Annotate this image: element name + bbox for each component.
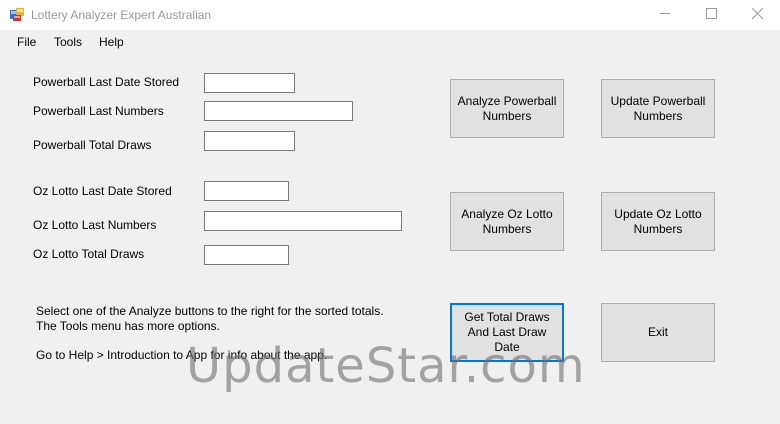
menu-tools[interactable]: Tools xyxy=(54,35,82,49)
update-ozlotto-button[interactable]: Update Oz Lotto Numbers xyxy=(601,192,715,251)
minimize-icon xyxy=(659,6,671,24)
ozlotto-last-numbers-label: Oz Lotto Last Numbers xyxy=(33,218,157,232)
menu-help[interactable]: Help xyxy=(99,35,124,49)
minimize-button[interactable] xyxy=(642,0,688,30)
menu-file[interactable]: File xyxy=(17,35,36,49)
title-bar[interactable]: Lottery Analyzer Expert Australian xyxy=(0,0,780,30)
ozlotto-total-draws-label: Oz Lotto Total Draws xyxy=(33,247,145,261)
maximize-button[interactable] xyxy=(688,0,734,30)
analyze-ozlotto-button[interactable]: Analyze Oz Lotto Numbers xyxy=(450,192,564,251)
info-text-line-2: The Tools menu has more options. xyxy=(36,319,220,333)
ozlotto-last-numbers-field[interactable] xyxy=(204,211,402,231)
window-title: Lottery Analyzer Expert Australian xyxy=(31,8,212,22)
ozlotto-total-draws-field[interactable] xyxy=(204,245,289,265)
app-icon xyxy=(10,8,24,21)
exit-button[interactable]: Exit xyxy=(601,303,715,362)
analyze-powerball-button[interactable]: Analyze Powerball Numbers xyxy=(450,79,564,138)
powerball-total-draws-label: Powerball Total Draws xyxy=(33,138,152,152)
menu-bar: File Tools Help xyxy=(0,31,780,53)
close-icon xyxy=(751,6,763,24)
info-text-line-1: Select one of the Analyze buttons to the… xyxy=(36,304,384,318)
powerball-total-draws-field[interactable] xyxy=(204,131,295,151)
close-button[interactable] xyxy=(734,0,780,30)
ozlotto-last-date-label: Oz Lotto Last Date Stored xyxy=(33,184,172,198)
ozlotto-last-date-field[interactable] xyxy=(204,181,289,201)
powerball-last-numbers-field[interactable] xyxy=(204,101,353,121)
powerball-last-numbers-label: Powerball Last Numbers xyxy=(33,104,164,118)
update-powerball-button[interactable]: Update Powerball Numbers xyxy=(601,79,715,138)
powerball-last-date-label: Powerball Last Date Stored xyxy=(33,75,180,89)
powerball-last-date-field[interactable] xyxy=(204,73,295,93)
app-window: Lottery Analyzer Expert Australian File … xyxy=(0,0,780,424)
maximize-icon xyxy=(705,6,717,24)
watermark-text: UpdateStar.com xyxy=(186,338,586,394)
